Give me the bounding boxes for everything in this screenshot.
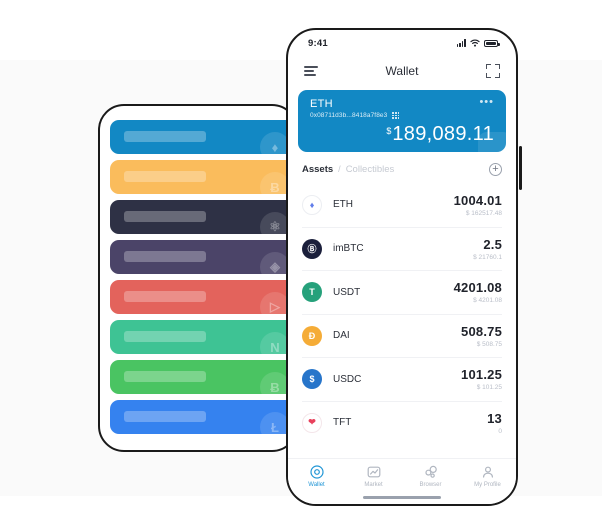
asset-symbol: imBTC [333, 243, 364, 255]
usdt-coin-icon: T [302, 282, 322, 303]
tab-market[interactable]: Market [345, 465, 402, 488]
status-bar: 9:41 [288, 30, 516, 56]
tab-label: My Profile [474, 482, 501, 488]
asset-amount: 4201.08 [453, 280, 502, 296]
wallet-tab-icon [309, 465, 324, 479]
browser-tab-icon [424, 465, 438, 479]
tft-coin-icon: ❤ [302, 412, 322, 433]
screenshot-root: ♦ Ƀ ⚛ ◈ ▷ N Ƀ Ł 9:41 Wallet ETH ••• 0x08… [0, 0, 602, 532]
page-title: Wallet [385, 64, 419, 78]
asset-symbol: TFT [333, 417, 352, 429]
card-label-placeholder [124, 211, 206, 222]
wallet-card[interactable]: Ƀ [110, 360, 296, 394]
asset-values: 2.5 $ 21760.1 [473, 237, 502, 261]
wallet-card[interactable]: Ł [110, 400, 296, 434]
wallet-app-phone: 9:41 Wallet ETH ••• 0x08711d3b...8418a7f… [286, 28, 518, 506]
wallet-card[interactable]: ♦ [110, 120, 296, 154]
wallet-card[interactable]: ◈ [110, 240, 296, 274]
status-bar-time: 9:41 [308, 37, 328, 49]
asset-amount: 1004.01 [453, 192, 502, 208]
asset-fiat-value: $ 101.25 [476, 384, 502, 392]
asset-row[interactable]: ⒷimBTC 2.5 $ 21760.1 [302, 226, 502, 271]
asset-symbol: DAI [333, 330, 350, 342]
assets-header: Assets / Collectibles + [288, 152, 516, 183]
asset-row[interactable]: ❤ TFT 13 0 [302, 400, 502, 445]
asset-values: 13 0 [487, 411, 502, 435]
account-balance: $189,089.11 [310, 123, 494, 146]
asset-symbol: USDT [333, 286, 361, 298]
card-label-placeholder [124, 291, 206, 302]
account-name: ETH [310, 98, 333, 110]
card-label-placeholder [124, 131, 206, 142]
asset-row[interactable]: $ USDC 101.25 $ 101.25 [302, 357, 502, 401]
scan-qr-icon[interactable] [486, 64, 500, 78]
tab-collectibles[interactable]: Collectibles [346, 164, 395, 175]
wallet-card[interactable]: ▷ [110, 280, 296, 314]
asset-amount: 13 [487, 410, 502, 426]
asset-symbol: USDC [333, 373, 362, 385]
card-label-placeholder [124, 411, 206, 422]
asset-list: ♦ ETH 1004.01 $ 162517.48 ⒷimBTC 2.5 $ 21760.1… [288, 183, 516, 444]
tab-assets[interactable]: Assets [302, 164, 333, 175]
account-address: 0x08711d3b...8418a7f8e3 [310, 112, 388, 119]
asset-amount: 508.75 [461, 323, 502, 339]
asset-values: 101.25 $ 101.25 [461, 367, 502, 391]
add-asset-icon[interactable]: + [489, 163, 502, 176]
usdc-coin-icon: $ [302, 369, 322, 390]
card-label-placeholder [124, 251, 206, 262]
imbtc-coin-icon: Ⓑ [302, 238, 322, 259]
asset-fiat-value: 0 [498, 427, 502, 435]
qr-code-icon[interactable] [392, 112, 400, 119]
tab-wallet[interactable]: Wallet [288, 465, 345, 488]
eth-coin-icon: ♦ [302, 194, 322, 215]
tab-browser[interactable]: Browser [402, 465, 459, 488]
hamburger-menu-icon[interactable] [304, 66, 318, 76]
wifi-icon [470, 39, 480, 47]
battery-icon [484, 39, 500, 47]
tab-label: Market [364, 482, 383, 488]
asset-row[interactable]: Đ DAI 508.75 $ 508.75 [302, 313, 502, 358]
asset-row[interactable]: ♦ ETH 1004.01 $ 162517.48 [302, 183, 502, 227]
card-decoration [478, 132, 506, 152]
phone-side-button[interactable] [519, 146, 522, 190]
asset-fiat-value: $ 21760.1 [473, 253, 502, 261]
tab-my-profile[interactable]: My Profile [459, 465, 516, 488]
tab-label: Wallet [308, 482, 325, 488]
card-label-placeholder [124, 171, 206, 182]
asset-row[interactable]: T USDT 4201.08 $ 4201.08 [302, 270, 502, 314]
asset-fiat-value: $ 508.75 [476, 340, 502, 348]
currency-symbol: $ [386, 126, 392, 136]
asset-amount: 101.25 [461, 367, 502, 383]
asset-values: 1004.01 $ 162517.48 [454, 193, 502, 217]
card-label-placeholder [124, 371, 206, 382]
app-bar: Wallet [288, 56, 516, 86]
asset-symbol: ETH [333, 199, 353, 211]
asset-values: 508.75 $ 508.75 [461, 324, 502, 348]
home-indicator [363, 495, 441, 499]
status-bar-indicators [456, 39, 500, 47]
wallet-card-list: ♦ Ƀ ⚛ ◈ ▷ N Ƀ Ł [110, 120, 296, 434]
more-options-icon[interactable]: ••• [479, 97, 494, 108]
card-stack-phone: ♦ Ƀ ⚛ ◈ ▷ N Ƀ Ł [98, 104, 298, 452]
card-label-placeholder [124, 331, 206, 342]
account-balance-card[interactable]: ETH ••• 0x08711d3b...8418a7f8e3 $189,089… [298, 90, 506, 152]
asset-values: 4201.08 $ 4201.08 [454, 280, 502, 304]
cellular-signal-icon [456, 39, 466, 47]
tab-label: Browser [419, 482, 442, 488]
asset-fiat-value: $ 162517.48 [465, 209, 502, 217]
profile-tab-icon [481, 465, 495, 479]
tab-separator: / [338, 164, 341, 174]
wallet-card[interactable]: ⚛ [110, 200, 296, 234]
assets-tabs: Assets / Collectibles [302, 164, 394, 175]
market-tab-icon [367, 465, 381, 479]
wallet-card[interactable]: Ƀ [110, 160, 296, 194]
asset-amount: 2.5 [483, 236, 502, 252]
wallet-card[interactable]: N [110, 320, 296, 354]
asset-fiat-value: $ 4201.08 [473, 297, 502, 305]
dai-coin-icon: Đ [302, 325, 322, 346]
account-address-row[interactable]: 0x08711d3b...8418a7f8e3 [310, 112, 494, 119]
